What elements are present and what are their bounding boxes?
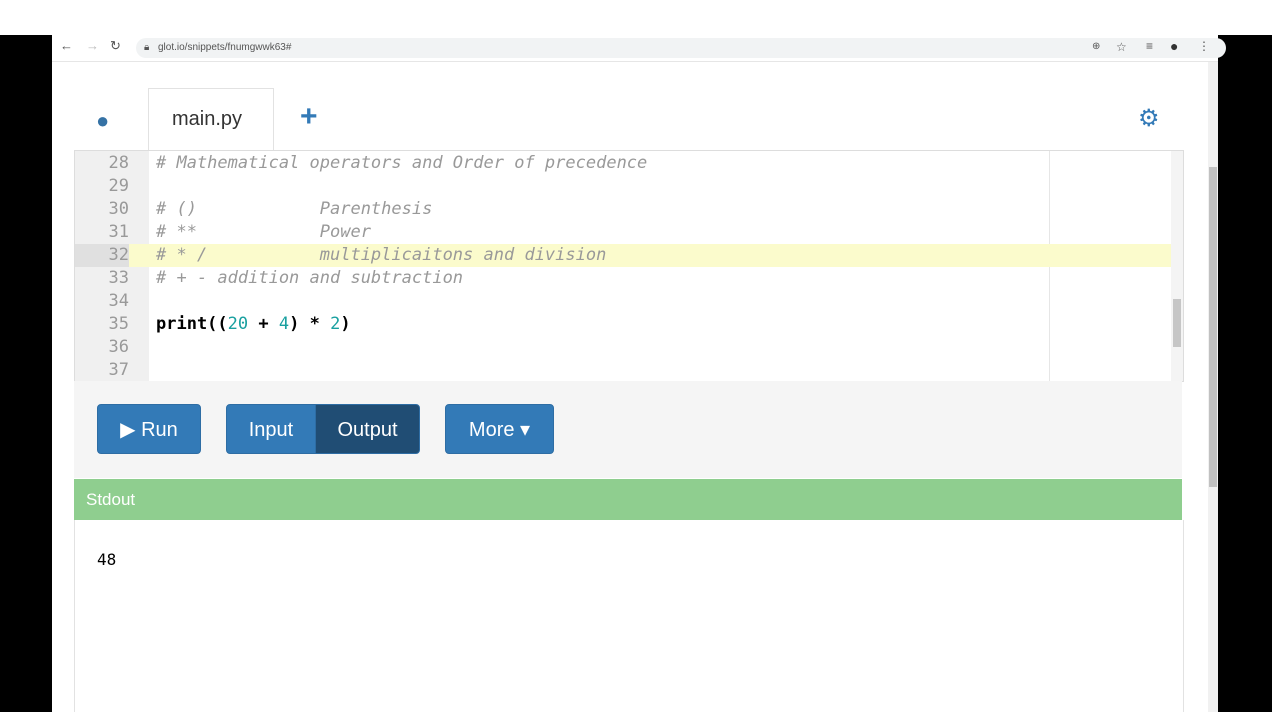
- python-logo-icon: ●: [96, 108, 110, 133]
- code-text: print((20 + 4) * 2): [156, 314, 351, 334]
- code-line: 36: [75, 336, 1171, 359]
- code-comment: # * / multiplicaitons and division: [156, 245, 607, 265]
- code-line: 31 # ** Power: [75, 221, 1171, 244]
- line-number: 36: [108, 337, 129, 357]
- line-number: 35: [108, 314, 129, 334]
- code-comment: # + - addition and subtraction: [156, 268, 464, 288]
- menu-icon[interactable]: ⋮: [1198, 39, 1210, 53]
- add-file-button[interactable]: +: [300, 100, 318, 134]
- line-number: 31: [108, 222, 129, 242]
- line-number: 29: [108, 176, 129, 196]
- address-bar[interactable]: 🔒︎ glot.io/snippets/fnumgwwk63# ⊕ ☆: [136, 38, 1226, 58]
- code-line: 30 # () Parenthesis: [75, 198, 1171, 221]
- letterbox-right: [1218, 35, 1272, 712]
- output-button[interactable]: Output: [315, 404, 420, 454]
- line-number: 32: [75, 244, 129, 267]
- url-text: glot.io/snippets/fnumgwwk63#: [158, 42, 292, 53]
- star-icon[interactable]: ☆: [1116, 40, 1127, 54]
- letterbox-left: [0, 35, 52, 712]
- code-editor[interactable]: 28 # Mathematical operators and Order of …: [74, 150, 1184, 382]
- back-icon[interactable]: ←: [60, 38, 73, 53]
- page-scrollbar[interactable]: [1208, 62, 1218, 712]
- output-value: 48: [97, 550, 117, 569]
- playlist-icon[interactable]: ≡: [1146, 39, 1153, 53]
- forward-icon[interactable]: →: [86, 38, 99, 53]
- more-dropdown-button[interactable]: More ▾: [445, 404, 554, 454]
- line-number: 28: [108, 153, 129, 173]
- line-number: 30: [108, 199, 129, 219]
- code-line: 32 # * / multiplicaitons and division: [75, 244, 1171, 267]
- run-button[interactable]: ▶ Run: [97, 404, 201, 454]
- reload-icon[interactable]: ↻: [110, 38, 121, 54]
- code-line: 37: [75, 359, 1171, 381]
- line-number: 33: [108, 268, 129, 288]
- code-line: 28 # Mathematical operators and Order of …: [75, 152, 1171, 175]
- code-line: 29: [75, 175, 1171, 198]
- tab-main-py[interactable]: main.py: [148, 88, 274, 152]
- settings-gear-icon[interactable]: ⚙: [1138, 104, 1160, 133]
- editor-scrollbar[interactable]: [1171, 151, 1183, 381]
- code-line: 33 # + - addition and subtraction: [75, 267, 1171, 290]
- line-number: 37: [108, 360, 129, 380]
- account-icon[interactable]: ●: [1170, 38, 1178, 54]
- lock-icon: 🔒︎: [144, 42, 150, 53]
- code-line: 35 print((20 + 4) * 2): [75, 313, 1171, 336]
- input-button[interactable]: Input: [226, 404, 316, 454]
- tab-label: main.py: [172, 108, 243, 130]
- output-panel: 48: [74, 520, 1184, 712]
- zoom-icon[interactable]: ⊕: [1092, 41, 1100, 52]
- code-comment: # ** Power: [156, 222, 371, 242]
- code-comment: # Mathematical operators and Order of pr…: [156, 153, 648, 173]
- browser-toolbar: ← → ↻ 🔒︎ glot.io/snippets/fnumgwwk63# ⊕ …: [52, 35, 1226, 62]
- code-comment: # () Parenthesis: [156, 199, 433, 219]
- stdout-header: Stdout: [74, 479, 1182, 520]
- line-number: 34: [108, 291, 129, 311]
- code-line: 34: [75, 290, 1171, 313]
